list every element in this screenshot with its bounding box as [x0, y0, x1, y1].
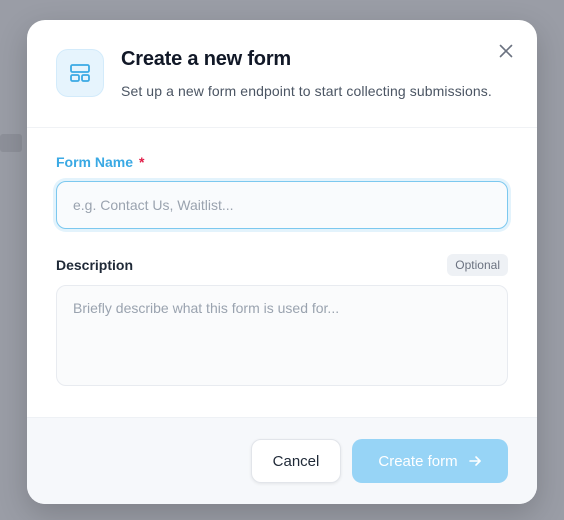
description-label-row: Description Optional — [56, 254, 508, 276]
description-label: Description — [56, 257, 134, 273]
arrow-right-icon — [468, 456, 481, 466]
modal-title: Create a new form — [121, 48, 291, 70]
layout-template-icon — [56, 49, 104, 97]
create-form-button[interactable]: Create form — [352, 439, 508, 483]
form-name-label-row: Form Name * — [56, 151, 508, 173]
optional-badge: Optional — [447, 254, 508, 276]
form-name-input[interactable] — [56, 181, 508, 229]
create-form-label: Create form — [378, 452, 458, 470]
backdrop-page-fragment — [0, 134, 22, 152]
close-icon — [499, 44, 513, 58]
modal-subtitle: Set up a new form endpoint to start coll… — [121, 83, 492, 99]
modal-footer: Cancel Create form — [27, 417, 537, 504]
modal-header: Create a new form Set up a new form endp… — [27, 20, 537, 128]
form-name-label: Form Name — [56, 154, 134, 170]
close-button[interactable] — [495, 40, 517, 62]
create-form-modal: Create a new form Set up a new form endp… — [27, 20, 537, 504]
cancel-button[interactable]: Cancel — [251, 439, 341, 483]
required-marker: * — [139, 154, 145, 170]
description-textarea[interactable] — [56, 285, 508, 386]
